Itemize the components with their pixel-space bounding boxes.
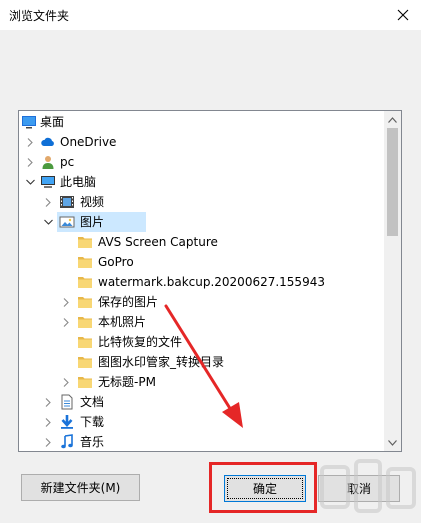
tree-item[interactable]: watermark.bakcup.20200627.155943 — [19, 272, 385, 292]
scroll-down-button[interactable] — [384, 434, 401, 451]
tree-item-label: 无标题-PM — [98, 375, 156, 389]
pictures-folder-icon — [59, 214, 75, 230]
tree-item[interactable]: 音乐 — [19, 432, 385, 451]
tree-item-label: 下载 — [80, 415, 105, 429]
folder-icon — [77, 254, 93, 270]
tree-item[interactable]: 桌面 — [19, 112, 385, 132]
tree-item-label: 图图水印管家_转换目录 — [98, 355, 225, 369]
chevron-right-icon — [45, 437, 51, 447]
tree-item[interactable]: 保存的图片 — [19, 292, 385, 312]
expand-toggle[interactable] — [41, 392, 55, 412]
title-bar: 浏览文件夹 — [0, 0, 421, 30]
folder-icon — [77, 314, 93, 330]
computer-icon — [40, 174, 56, 190]
tree-item[interactable]: 下载 — [19, 412, 385, 432]
folder-icon — [77, 354, 93, 370]
tree-item[interactable]: 文档 — [19, 392, 385, 412]
folder-icon — [77, 334, 93, 350]
close-icon — [397, 9, 409, 21]
tree-item[interactable]: 本机照片 — [19, 312, 385, 332]
tree-item-label: watermark.bakcup.20200627.155943 — [98, 275, 325, 289]
chevron-right-icon — [63, 297, 69, 307]
expand-toggle[interactable] — [59, 312, 73, 332]
vertical-scrollbar[interactable] — [384, 111, 401, 451]
folder-icon — [77, 274, 93, 290]
expand-toggle[interactable] — [41, 432, 55, 451]
tree-item-label: 音乐 — [80, 435, 105, 449]
user-icon — [40, 154, 56, 170]
music-icon — [59, 434, 75, 450]
tree-item[interactable]: 图图水印管家_转换目录 — [19, 352, 385, 372]
chevron-right-icon — [45, 197, 51, 207]
expand-toggle[interactable] — [59, 372, 73, 392]
new-folder-button[interactable]: 新建文件夹(M) — [21, 474, 140, 501]
tree-item[interactable]: AVS Screen Capture — [19, 232, 385, 252]
expand-toggle[interactable] — [41, 192, 55, 212]
documents-icon — [59, 394, 75, 410]
folder-icon — [77, 234, 93, 250]
expand-toggle[interactable] — [41, 412, 55, 432]
tree-item-label: 比特恢复的文件 — [98, 335, 183, 349]
tree-item-label: 此电脑 — [60, 175, 97, 189]
folder-icon — [77, 294, 93, 310]
chevron-right-icon — [63, 317, 69, 327]
chevron-right-icon — [27, 137, 33, 147]
tree-item[interactable]: 比特恢复的文件 — [19, 332, 385, 352]
tree-item[interactable]: 此电脑 — [19, 172, 385, 192]
annotation-highlight-box — [209, 462, 317, 513]
cancel-button[interactable]: 取消 — [318, 475, 400, 502]
tree-item-label: OneDrive — [60, 135, 117, 149]
tree-item-label: 保存的图片 — [98, 295, 159, 309]
chevron-up-icon — [388, 116, 397, 123]
tree-item-label: 本机照片 — [98, 315, 147, 329]
expand-toggle[interactable] — [59, 292, 73, 312]
tree-item[interactable]: 无标题-PM — [19, 372, 385, 392]
chevron-right-icon — [63, 377, 69, 387]
chevron-down-icon — [388, 439, 397, 446]
chevron-down-icon — [25, 179, 35, 185]
tree-item[interactable]: GoPro — [19, 252, 385, 272]
chevron-right-icon — [27, 157, 33, 167]
collapse-toggle[interactable] — [23, 172, 37, 192]
scroll-thumb[interactable] — [387, 128, 398, 236]
window-title: 浏览文件夹 — [9, 9, 70, 23]
tree-item[interactable]: 图片 — [43, 212, 146, 232]
tree-item[interactable]: pc — [19, 152, 385, 172]
cloud-icon — [40, 134, 56, 150]
video-folder-icon — [59, 194, 75, 210]
folder-icon — [77, 374, 93, 390]
tree-item-label: 文档 — [80, 395, 105, 409]
expand-toggle[interactable] — [23, 152, 37, 172]
tree-item-label: pc — [60, 155, 75, 169]
chevron-right-icon — [45, 397, 51, 407]
download-icon — [59, 414, 75, 430]
tree-item-label: AVS Screen Capture — [98, 235, 218, 249]
tree-item-label: 视频 — [80, 195, 105, 209]
collapse-toggle[interactable] — [41, 212, 55, 232]
tree-item-label: GoPro — [98, 255, 134, 269]
tree-item[interactable]: 视频 — [19, 192, 385, 212]
expand-toggle[interactable] — [23, 132, 37, 152]
desktop-icon — [21, 114, 37, 130]
tree-item[interactable]: OneDrive — [19, 132, 385, 152]
chevron-down-icon — [43, 219, 53, 225]
tree-item-label: 桌面 — [40, 115, 65, 129]
close-button[interactable] — [385, 0, 421, 30]
folder-tree[interactable]: 桌面 OneDrive pc 此电脑视频图片 AVS Screen Capture GoP… — [18, 110, 402, 452]
tree-item-label: 图片 — [80, 215, 105, 229]
chevron-right-icon — [45, 417, 51, 427]
scroll-up-button[interactable] — [384, 111, 401, 128]
